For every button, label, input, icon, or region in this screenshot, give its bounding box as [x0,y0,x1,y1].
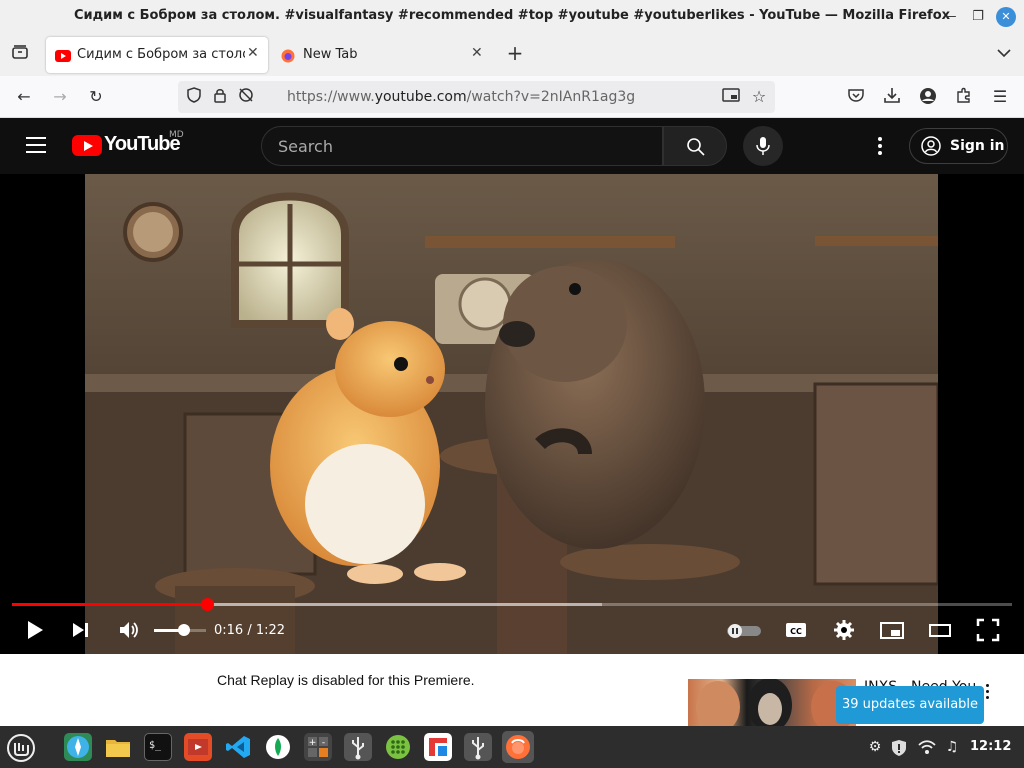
voice-search-button[interactable] [743,126,783,166]
firefox-icon [281,48,295,63]
close-tab-icon[interactable]: ✕ [247,45,259,61]
back-arrow-icon[interactable]: ← [14,87,34,107]
sign-in-button[interactable]: Sign in [909,128,1008,164]
new-tab-button[interactable]: + [505,43,525,63]
seek-bar[interactable] [12,598,1012,611]
autoplay-blocked-icon[interactable] [236,87,256,107]
tab-strip: Сидим с Бобром за столом. # ✕ New Tab ✕ … [0,34,1024,76]
search-placeholder: Search [278,137,333,156]
country-code: MD [169,130,184,140]
subtitles-button[interactable]: CC [784,618,808,642]
update-manager-icon[interactable] [890,739,908,756]
downloads-icon[interactable] [882,87,902,107]
play-icon [28,621,43,639]
search-button[interactable] [663,126,727,166]
window-title: Сидим с Бобром за столом. #visualfantasy… [73,8,951,23]
volume-slider[interactable] [154,624,206,636]
fullscreen-icon [976,618,1000,642]
url-text[interactable]: https://www.youtube.com/watch?v=2nIAnR1a… [287,89,635,105]
tab-label: Сидим с Бобром за столом. # [77,47,245,62]
guide-menu-icon[interactable] [26,137,46,153]
video-actions-icon[interactable] [986,684,990,700]
usb-icon[interactable] [464,733,492,761]
extensions-icon[interactable] [954,87,974,107]
time-display: 0:16 / 1:22 [214,623,286,638]
svg-text:$_: $_ [149,740,162,751]
terminal-icon[interactable]: $_ [144,733,172,761]
files-icon[interactable] [104,733,132,761]
taskbar: $_ + - ⚙ ♫ 12:12 [0,726,1024,768]
video-player[interactable]: 0:16 / 1:22 CC [0,174,1024,654]
navigation-toolbar: ← → ↻ https://www.youtube.com/watch?v=2n… [0,76,1024,118]
notification-tray-icon[interactable]: ⚙ [866,739,884,755]
video-editor-icon[interactable] [184,733,212,761]
settings-button[interactable] [832,618,856,642]
app-grid-icon[interactable] [384,733,412,761]
bookmark-star-icon[interactable]: ☆ [749,87,769,107]
microphone-icon [756,137,770,155]
calculator-icon[interactable]: + - [304,733,332,761]
firefox-icon[interactable] [502,731,534,763]
svg-text:CC: CC [790,627,802,636]
closed-captions-icon: CC [786,623,806,637]
close-window-button[interactable]: ✕ [996,7,1016,27]
wifi-icon[interactable] [918,739,936,755]
reload-icon[interactable]: ↻ [86,87,106,107]
svg-text:-: - [322,738,325,748]
play-button[interactable] [24,618,46,642]
hamburger-menu-icon[interactable]: ☰ [990,87,1010,107]
tab-youtube[interactable]: Сидим с Бобром за столом. # ✕ [46,37,268,73]
recommended-video-thumbnail[interactable] [688,679,856,726]
pocket-icon[interactable] [846,87,866,107]
account-icon[interactable] [918,87,938,107]
miniplayer-button[interactable] [880,618,904,642]
autoplay-toggle-icon [727,624,761,638]
youtube-icon [55,48,71,62]
skip-next-icon [73,623,88,637]
chat-replay-message: Chat Replay is disabled for this Premier… [217,672,475,688]
sound-icon[interactable]: ♫ [943,739,961,755]
volume-icon [120,622,138,638]
search-icon [687,138,705,156]
vscode-icon[interactable] [224,733,252,761]
youtube-header: YouTube MD Search Sign in [0,118,1024,174]
svg-text:+: + [309,738,317,748]
close-tab-icon[interactable]: ✕ [471,45,483,61]
minimize-icon[interactable]: — [940,7,960,27]
clock[interactable]: 12:12 [970,739,1011,754]
next-button[interactable] [70,618,92,642]
web-browser-icon[interactable] [64,733,92,761]
mongodb-compass-icon[interactable] [264,733,292,761]
gear-icon [834,620,854,640]
mute-button[interactable] [118,618,140,642]
user-avatar-icon [921,136,941,156]
picture-in-picture-icon[interactable] [721,87,741,107]
tab-new-tab[interactable]: New Tab ✕ [272,37,494,73]
list-tabs-icon[interactable] [994,43,1014,63]
seek-handle[interactable] [201,598,214,611]
forward-arrow-icon[interactable]: → [50,87,70,107]
youtube-logo-icon[interactable] [72,135,102,156]
tracking-shield-icon[interactable] [184,87,204,107]
played-range [12,603,207,606]
fullscreen-button[interactable] [976,618,1000,642]
theater-mode-icon [929,624,951,637]
sign-in-label: Sign in [950,138,1005,154]
tab-label: New Tab [303,47,358,62]
miniplayer-icon [880,622,904,639]
theater-mode-button[interactable] [928,618,952,642]
more-options-icon[interactable] [878,137,882,155]
maximize-icon[interactable]: ❐ [968,7,988,27]
lock-icon[interactable] [210,87,230,107]
mint-menu-icon[interactable] [6,733,35,762]
autoplay-toggle[interactable] [727,623,761,647]
updates-notification[interactable]: 39 updates available [836,686,984,724]
flameshot-icon[interactable] [424,733,452,761]
tab-overview-icon[interactable] [10,43,30,63]
video-frame[interactable] [85,174,938,654]
window-titlebar: Сидим с Бобром за столом. #visualfantasy… [0,0,1024,34]
usb-icon[interactable] [344,733,372,761]
search-input[interactable]: Search [261,126,663,166]
url-bar[interactable]: https://www.youtube.com/watch?v=2nIAnR1a… [178,81,775,113]
